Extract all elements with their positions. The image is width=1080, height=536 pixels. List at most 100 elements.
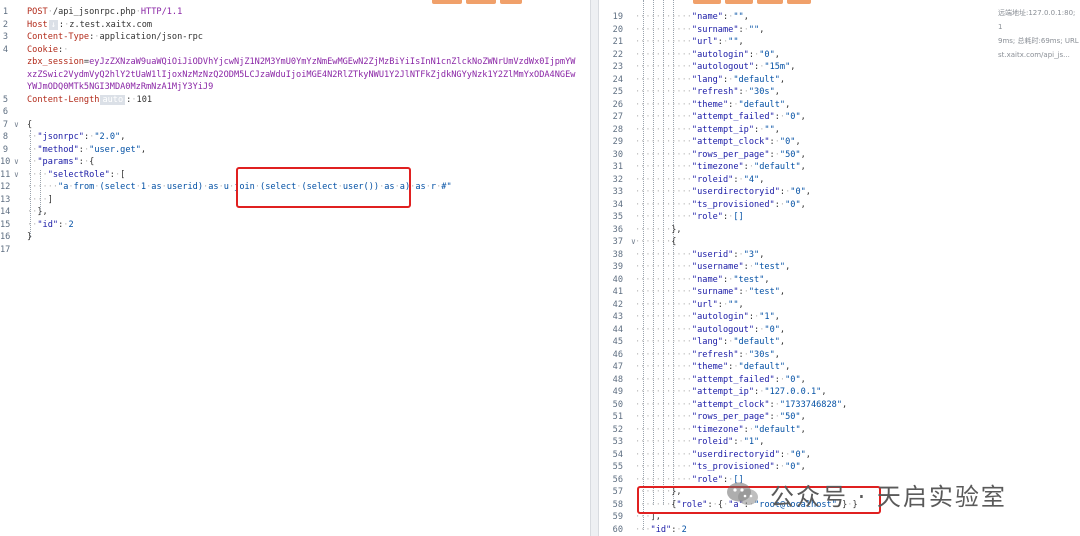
code-line[interactable]: 33 ···········"userdirectoryid":·"0", [599,186,1079,199]
code-line[interactable]: 32 ···········"roleid":·"4", [599,174,1079,187]
code-line[interactable]: 46 ···········"refresh":·"30s", [599,349,1079,362]
code-token: "url" [691,37,718,47]
toolbar-tab[interactable] [725,0,753,4]
indent-dots: ··········· [635,162,692,172]
code-line[interactable]: 4 Cookie:· [0,44,590,57]
code-token: as [208,182,219,192]
code-line[interactable]: 2 Host ↓:·z.test.xaitx.com [0,19,590,32]
code-token: Cookie [27,44,59,55]
code-line[interactable]: 51 ···········"rows_per_page":·"50", [599,411,1079,424]
code-line[interactable]: 30 ···········"rows_per_page":·"50", [599,149,1079,162]
code-line[interactable]: 44 ···········"autologout":·"0", [599,324,1079,337]
header-hint-badge[interactable]: ↓ [48,19,58,30]
code-line[interactable]: 41 ···········"surname":·"test", [599,286,1079,299]
code-line[interactable]: 39 ···········"username":·"test", [599,261,1079,274]
code-line[interactable]: 38 ···········"userid":·"3", [599,249,1079,262]
fold-toggle-icon[interactable]: ∨ [14,119,19,132]
indent-guide [40,170,41,215]
indent-dots: ··········· [635,99,692,110]
code-line[interactable]: 1 POST·/api_jsonrpc.php·HTTP/1.1 [0,6,590,19]
code-line[interactable]: 6 [0,106,590,119]
toolbar-tab[interactable] [432,0,462,4]
line-number: 19 [612,12,623,22]
code-text: ···········"autologin":·"1", [635,311,780,324]
code-line[interactable]: 27 ···········"attempt_failed":·"0", [599,111,1079,124]
meta-line: 远端地址:127.0.0.1:80; 1 [998,9,1076,31]
code-line[interactable]: 55 ···········"ts_provisioned":·"0", [599,461,1079,474]
indent-dots: ··········· [635,212,692,222]
fold-toggle-icon[interactable]: ∨ [14,169,19,182]
code-line[interactable]: 34 ···········"ts_provisioned":·"0", [599,199,1079,212]
code-text: ···········"ts_provisioned":·"0", [635,461,806,474]
code-token: "userdirectoryid" [691,449,780,460]
code-line[interactable]: 26 ···········"theme":·"default", [599,99,1079,112]
code-line[interactable]: 28 ···········"attempt_ip":·"", [599,124,1079,137]
code-line[interactable]: 40 ···········"name":·"test", [599,274,1079,287]
code-line[interactable]: 23 ···········"autologout":·"15m", [599,61,1079,74]
code-token: "lang" [691,74,723,85]
code-line[interactable]: 3 Content-Type:·application/json-rpc [0,31,590,44]
code-line[interactable]: xzZSwic2VydmVyQ2hlY2tUaW1lIjoxNzMzNzQ2OD… [0,69,590,82]
code-line[interactable]: zbx_session=eyJzZXNzaW9uaWQiOiJiODVhYjcw… [0,56,590,69]
indent-dots: ··········· [635,187,692,197]
line-number: 44 [612,324,623,335]
code-line[interactable]: 8 ··"jsonrpc":·"2.0", [0,131,590,144]
code-line[interactable]: 52 ···········"timezone":·"default", [599,424,1079,437]
line-number: 49 [612,387,623,397]
code-line[interactable]: 35 ···········"role":·[] [599,211,1079,224]
code-text: Cookie:· [27,44,68,57]
code-token: POST [27,7,48,17]
code-line[interactable]: 31 ···········"timezone":·"default", [599,161,1079,174]
code-line[interactable]: 60 ···"id":·2 [599,524,1079,536]
code-line[interactable]: 37 ∨ ·······{ [599,236,1079,249]
code-line[interactable]: 42 ···········"url":·"", [599,299,1079,312]
code-token: "1" [759,312,775,322]
code-line[interactable]: 45 ···········"lang":·"default", [599,336,1079,349]
code-line[interactable]: 47 ···········"theme":·"default", [599,361,1079,374]
toolbar-tab[interactable] [500,0,522,4]
code-line[interactable]: 48 ···········"attempt_failed":·"0", [599,374,1079,387]
code-line[interactable]: 25 ···········"refresh":·"30s", [599,86,1079,99]
code-line[interactable]: 36 ·······}, [599,224,1079,237]
line-number: 26 [612,99,623,110]
fold-toggle-icon[interactable]: ∨ [14,156,19,169]
code-token: , [759,24,765,35]
line-number: 38 [612,249,623,260]
code-token: [] [733,212,744,222]
indent-dots: ··········· [635,12,692,22]
toolbar-tab[interactable] [466,0,496,4]
code-text: ·······}, [635,224,682,237]
code-line[interactable]: 53 ···········"roleid":·"1", [599,436,1079,449]
code-token: "0" [790,449,806,460]
indent-dots: ··········· [635,374,692,385]
code-line[interactable]: 17 [0,244,590,257]
meta-line: 9ms; 总耗时:69ms; URL [998,37,1079,45]
code-line[interactable]: 5 Content-Length auto:·101 [0,94,590,107]
code-token: "attempt_failed" [691,374,775,385]
request-editor-pane[interactable]: 1 POST·/api_jsonrpc.php·HTTP/1.1 2 Host ↓:·z… [0,0,591,536]
code-token: ·· [27,219,38,230]
code-line[interactable]: 9 ··"method":·"user.get", [0,144,590,157]
code-token: YWJmODQ0MTk5NGI3MDA0MzRmNzA1MjY3YiJ9 [27,82,214,92]
toolbar-tab[interactable] [787,0,811,4]
line-number: 25 [612,87,623,97]
line-number: 51 [612,412,623,422]
code-line[interactable]: 49 ···········"attempt_ip":·"127.0.0.1", [599,386,1079,399]
code-line[interactable]: 50 ···········"attempt_clock":·"173374682… [599,399,1079,412]
code-line[interactable]: 7 ∨ { [0,119,590,132]
code-line[interactable]: 54 ···········"userdirectoryid":·"0", [599,449,1079,462]
code-token: "username" [691,262,744,272]
code-line[interactable]: YWJmODQ0MTk5NGI3MDA0MzRmNzA1MjY3YiJ9 [0,81,590,94]
header-hint-badge[interactable]: auto [100,94,126,105]
code-line[interactable]: 16} [0,231,590,244]
response-viewer-pane[interactable]: 19 ···········"name":·"", 20 ···········"su… [598,0,1080,536]
code-line[interactable]: 24 ···········"lang":·"default", [599,74,1079,87]
code-text: xzZSwic2VydmVyQ2hlY2tUaW1lIjoxNzMzNzQ2OD… [27,69,575,82]
code-line[interactable]: 29 ···········"attempt_clock":·"0", [599,136,1079,149]
line-number: 58 [612,499,623,510]
toolbar-tab[interactable] [693,0,721,4]
code-line[interactable]: 43 ···········"autologin":·"1", [599,311,1079,324]
toolbar-tab[interactable] [757,0,783,4]
code-line[interactable]: 15 ··"id":·2 [0,219,590,232]
code-token: "3" [743,249,760,260]
